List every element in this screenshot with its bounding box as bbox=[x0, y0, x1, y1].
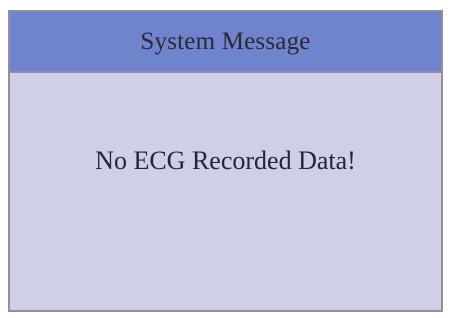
dialog-body: No ECG Recorded Data! bbox=[10, 73, 441, 310]
system-message-dialog: System Message No ECG Recorded Data! bbox=[8, 10, 443, 312]
dialog-title-bar: System Message bbox=[10, 12, 441, 73]
dialog-message: No ECG Recorded Data! bbox=[95, 146, 356, 175]
dialog-title: System Message bbox=[140, 27, 311, 55]
